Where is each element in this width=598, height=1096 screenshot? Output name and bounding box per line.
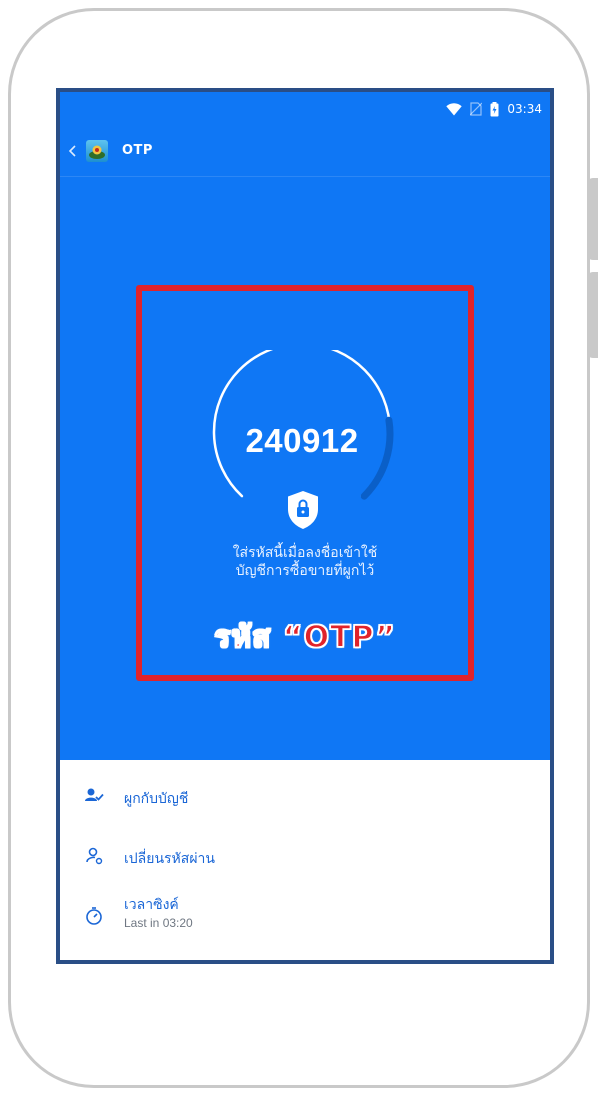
phone-screen: 03:34 OTP 240912 ใส่รหัสนี้เมื่อลงชื่อเข… <box>56 88 554 964</box>
menu-item-link-account[interactable]: ผูกกับบัญชี <box>60 776 550 820</box>
battery-icon <box>490 101 499 116</box>
chevron-left-icon[interactable] <box>66 140 80 162</box>
link-account-icon <box>85 788 104 801</box>
otp-panel: 03:34 OTP 240912 ใส่รหัสนี้เมื่อลงชื่อเข… <box>60 92 550 760</box>
menu-item-label: เปลี่ยนรหัสผ่าน <box>124 851 215 867</box>
menu-item-sync-time[interactable]: เวลาซิงค์ Last in 03:20 <box>60 890 550 942</box>
status-time: 03:34 <box>507 102 542 116</box>
status-bar: 03:34 <box>446 100 542 118</box>
annotation-otp-label: รหัส “OTP” <box>213 619 396 656</box>
menu-item-sublabel: Last in 03:20 <box>124 916 193 930</box>
page-title: OTP <box>122 143 153 158</box>
change-password-icon <box>86 847 103 865</box>
sync-timer-icon <box>86 907 102 925</box>
menu-item-label: เวลาซิงค์ <box>124 897 179 913</box>
volume-button <box>587 178 598 260</box>
wifi-icon <box>446 102 463 115</box>
menu-item-change-password[interactable]: เปลี่ยนรหัสผ่าน <box>60 836 550 880</box>
app-logo-icon <box>86 140 108 162</box>
menu-item-label: ผูกกับบัญชี <box>124 791 189 807</box>
no-sim-icon <box>470 102 483 116</box>
power-button <box>587 272 598 358</box>
app-bar: OTP <box>60 132 550 177</box>
